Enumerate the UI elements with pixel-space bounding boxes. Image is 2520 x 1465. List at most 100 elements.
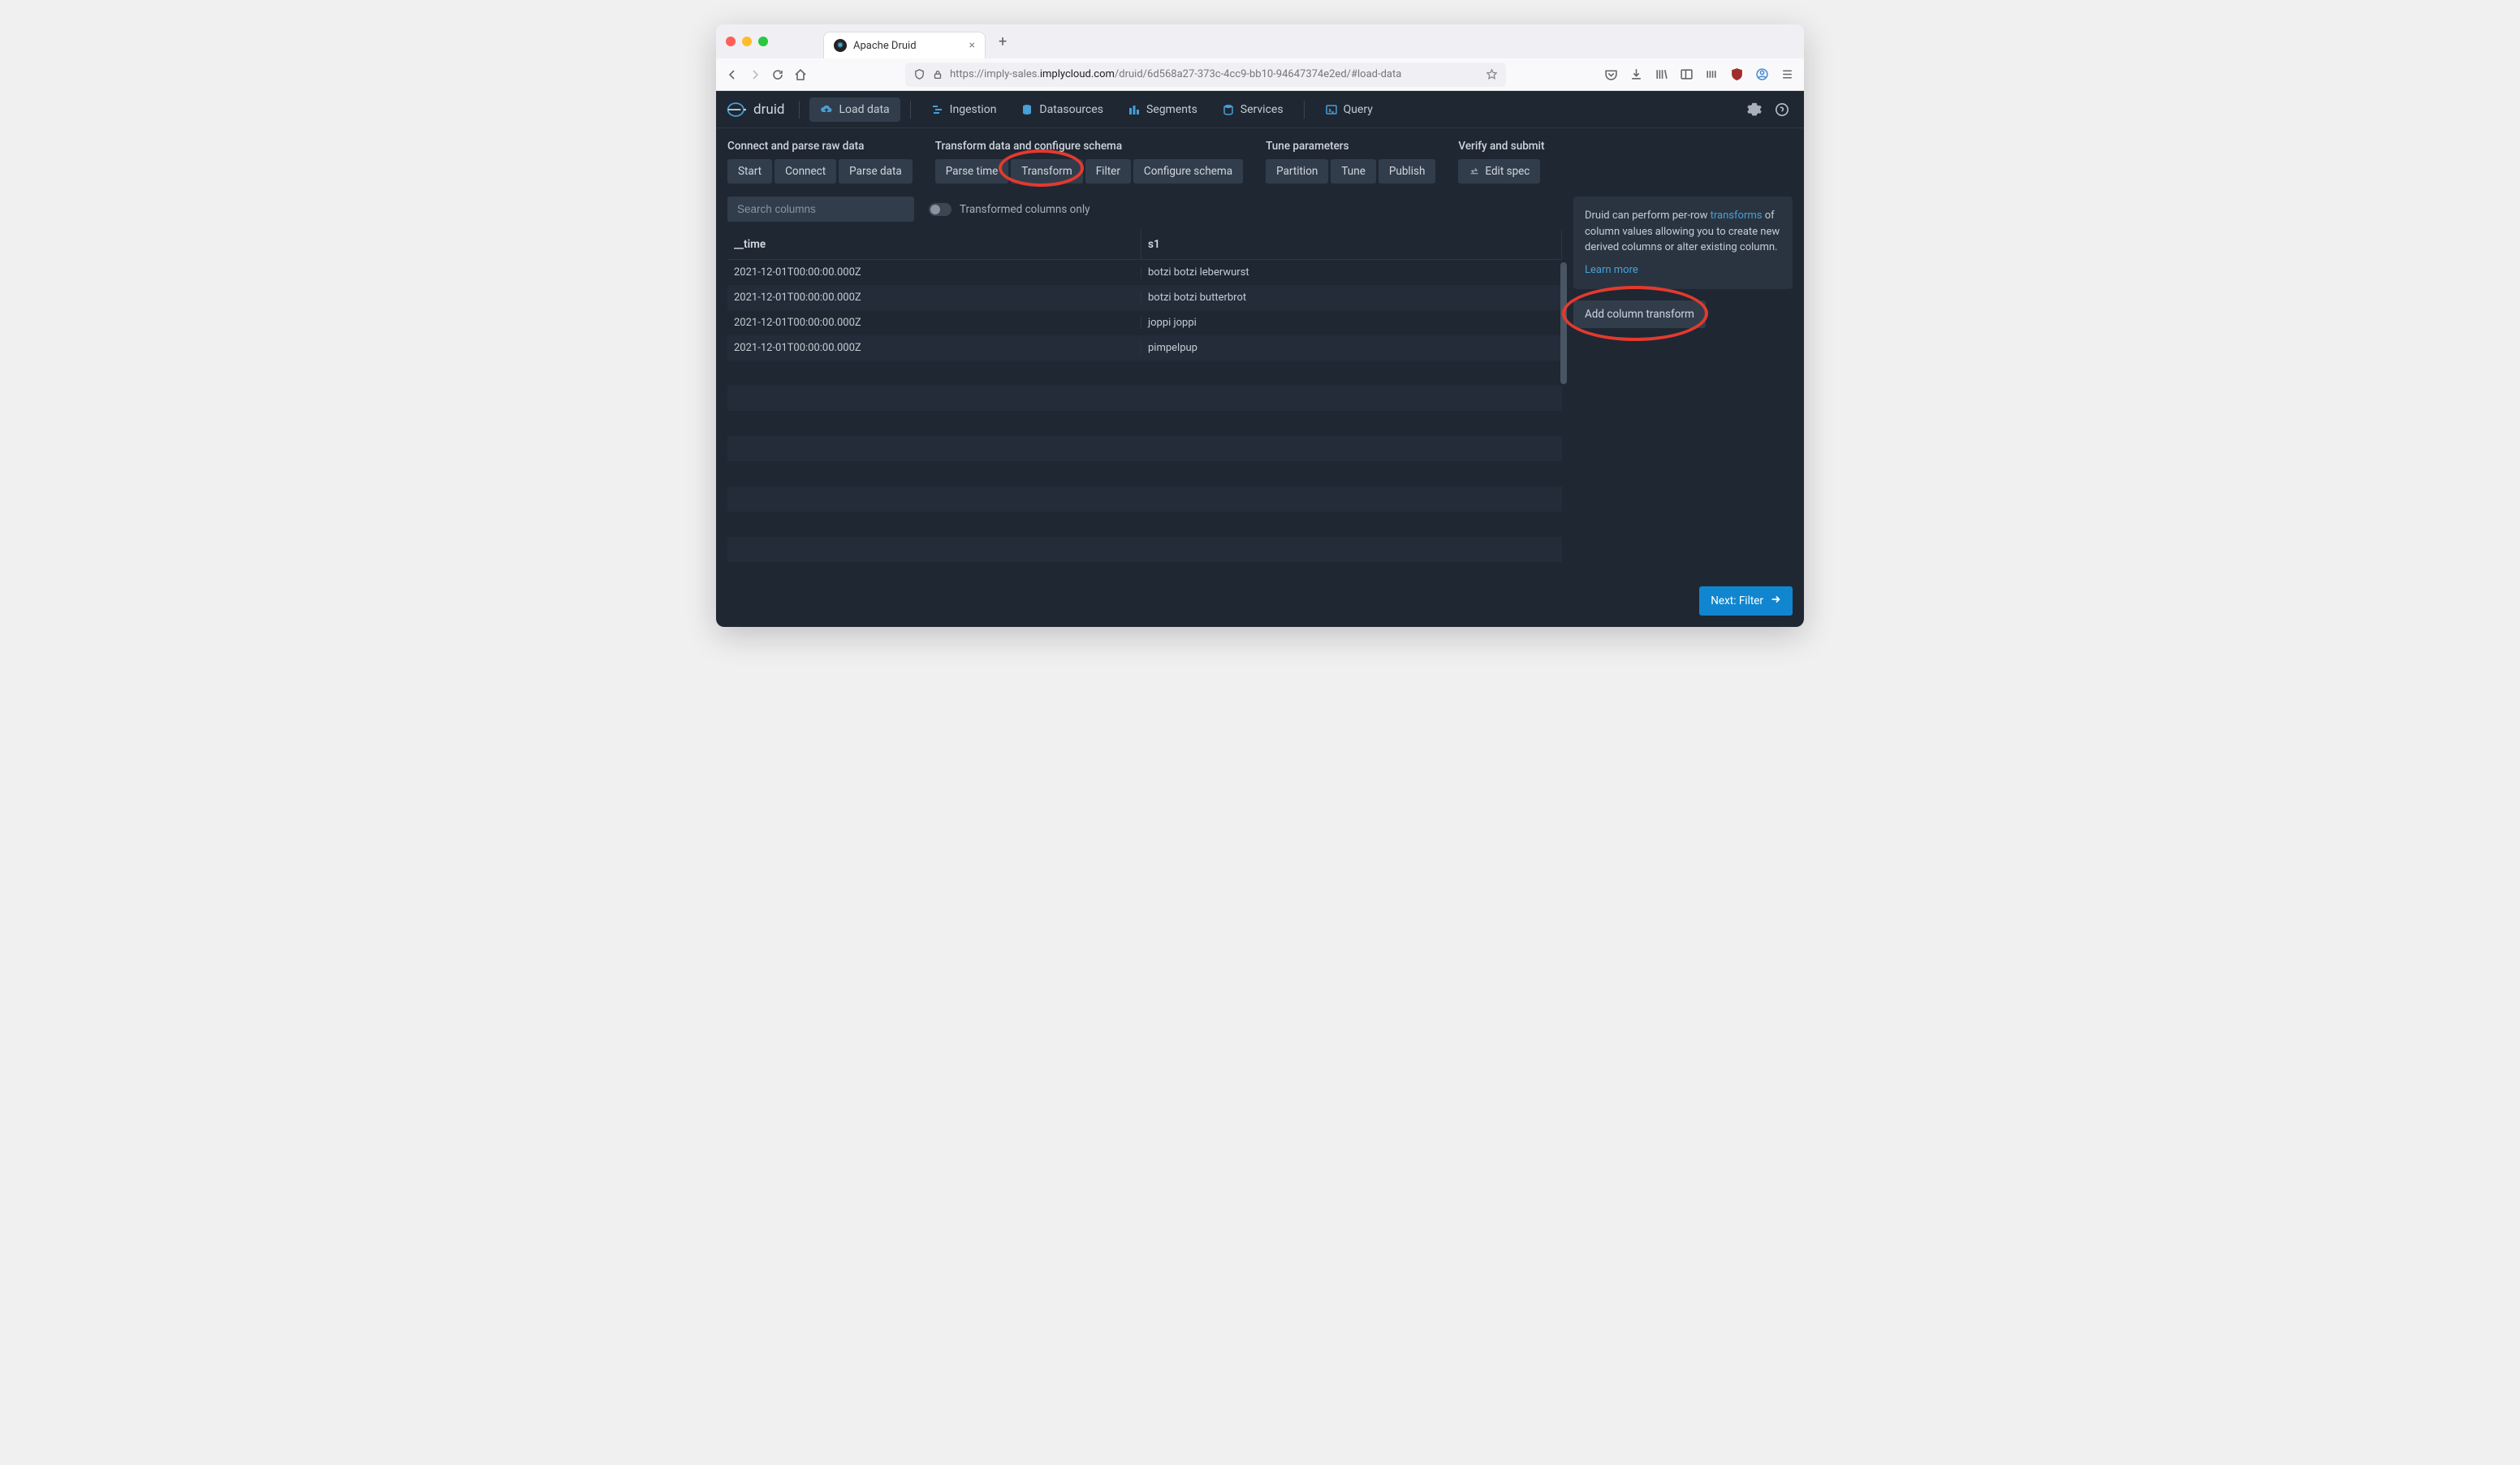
step-filter[interactable]: Filter [1085,159,1131,184]
next-label: Next: Filter [1711,594,1763,607]
stage-label: Transform data and configure schema [935,140,1243,153]
pocket-icon[interactable] [1604,67,1618,81]
table-row[interactable] [727,537,1562,562]
table-row[interactable]: 2021-12-01T00:00:00.000Zpimpelpup [727,335,1562,361]
table-row[interactable]: 2021-12-01T00:00:00.000Zbotzi botzi butt… [727,285,1562,310]
nav-segments[interactable]: Segments [1117,97,1208,122]
extension-icon[interactable] [1705,67,1719,81]
druid-logo[interactable]: druid [726,98,784,121]
table-row[interactable] [727,386,1562,411]
table-row[interactable] [727,361,1562,386]
brand-text: druid [753,102,784,118]
table-row[interactable] [727,436,1562,461]
scrollbar[interactable] [1560,262,1567,384]
step-parse-time[interactable]: Parse time [935,159,1009,184]
cell-s1: botzi botzi leberwurst [1141,266,1562,279]
cell-time: 2021-12-01T00:00:00.000Z [727,342,1141,354]
column-header-s1[interactable]: s1 [1141,230,1562,259]
step-connect[interactable]: Connect [775,159,836,184]
add-column-transform-button[interactable]: Add column transform [1573,300,1706,328]
gantt-icon [931,103,944,116]
url-text: https://imply-sales.implycloud.com/druid… [950,68,1401,80]
next-filter-button[interactable]: Next: Filter [1699,586,1793,616]
transformed-only-toggle-wrap: Transformed columns only [929,203,1090,216]
table-body: 2021-12-01T00:00:00.000Zbotzi botzi lebe… [727,260,1562,562]
cell-s1: joppi joppi [1141,317,1562,329]
content-area: Transformed columns only __time s1 2021-… [716,188,1804,627]
help-text: Druid can perform per-row [1585,210,1711,222]
nav-query[interactable]: Query [1314,97,1383,122]
library-icon[interactable] [1655,67,1668,81]
downloads-icon[interactable] [1629,67,1643,81]
stage-label: Connect and parse raw data [727,140,913,153]
table-header: __time s1 [727,230,1562,260]
cell-time: 2021-12-01T00:00:00.000Z [727,266,1141,279]
close-tab-button[interactable]: × [969,39,975,52]
edit-icon [1469,166,1480,177]
column-header-time[interactable]: __time [727,230,1141,259]
step-tune[interactable]: Tune [1331,159,1376,184]
segments-icon [1128,103,1141,116]
nav-load-data[interactable]: Load data [809,97,900,122]
sidebar-icon[interactable] [1680,67,1694,81]
browser-toolbar: https://imply-sales.implycloud.com/druid… [716,58,1804,91]
browser-tab[interactable]: ⎈ Apache Druid × [823,32,986,58]
nav-datasources[interactable]: Datasources [1010,97,1114,122]
lock-icon [932,69,943,80]
table-row[interactable] [727,461,1562,486]
step-transform[interactable]: Transform [1011,159,1082,184]
bookmark-star-icon[interactable] [1486,68,1498,80]
stage-group-verify: Verify and submit Edit spec [1458,140,1544,184]
minimize-window-button[interactable] [742,37,752,46]
nav-label: Load data [839,103,889,116]
tab-title: Apache Druid [853,40,917,52]
cell-s1: pimpelpup [1141,342,1562,354]
stage-group-tune: Tune parameters Partition Tune Publish [1266,140,1435,184]
cell-time: 2021-12-01T00:00:00.000Z [727,292,1141,304]
app-header: druid Load data Ingestion Datasources Se… [716,91,1804,128]
forward-button[interactable] [749,68,762,81]
account-icon[interactable] [1755,67,1769,81]
learn-more-link[interactable]: Learn more [1585,262,1638,279]
nav-label: Services [1241,103,1284,116]
cell-s1: botzi botzi butterbrot [1141,292,1562,304]
controls-row: Transformed columns only [727,197,1562,222]
table-row[interactable]: 2021-12-01T00:00:00.000Zjoppi joppi [727,310,1562,335]
ublock-icon[interactable] [1730,67,1744,81]
toolbar-right-icons [1604,67,1794,81]
left-pane: Transformed columns only __time s1 2021-… [727,197,1562,616]
table-row[interactable] [727,486,1562,512]
druid-app: druid Load data Ingestion Datasources Se… [716,91,1804,627]
nav-label: Segments [1146,103,1197,116]
step-configure-schema[interactable]: Configure schema [1133,159,1243,184]
search-input[interactable] [727,197,914,222]
settings-icon[interactable] [1742,97,1767,122]
right-pane: Druid can perform per-row transforms of … [1573,197,1793,616]
back-button[interactable] [726,68,739,81]
step-edit-spec[interactable]: Edit spec [1458,159,1540,184]
step-start[interactable]: Start [727,159,772,184]
step-parse-data[interactable]: Parse data [839,159,913,184]
table-row[interactable]: 2021-12-01T00:00:00.000Zbotzi botzi lebe… [727,260,1562,285]
help-icon[interactable] [1770,97,1794,122]
step-partition[interactable]: Partition [1266,159,1328,184]
close-window-button[interactable] [726,37,736,46]
nav-services[interactable]: Services [1211,97,1294,122]
nav-label: Query [1344,103,1373,116]
table-row[interactable] [727,411,1562,436]
nav-ingestion[interactable]: Ingestion [921,97,1008,122]
transforms-link[interactable]: transforms [1711,210,1763,222]
table-row[interactable] [727,512,1562,537]
url-bar[interactable]: https://imply-sales.implycloud.com/druid… [905,63,1506,87]
stage-label: Verify and submit [1458,140,1544,153]
new-tab-button[interactable]: + [992,33,1013,50]
reload-button[interactable] [771,68,784,81]
server-icon [1222,103,1235,116]
menu-icon[interactable] [1780,67,1794,81]
transformed-only-toggle[interactable] [929,203,951,216]
step-publish[interactable]: Publish [1379,159,1436,184]
divider [1304,101,1305,119]
maximize-window-button[interactable] [758,37,768,46]
window-controls [726,37,768,46]
home-button[interactable] [794,68,807,81]
